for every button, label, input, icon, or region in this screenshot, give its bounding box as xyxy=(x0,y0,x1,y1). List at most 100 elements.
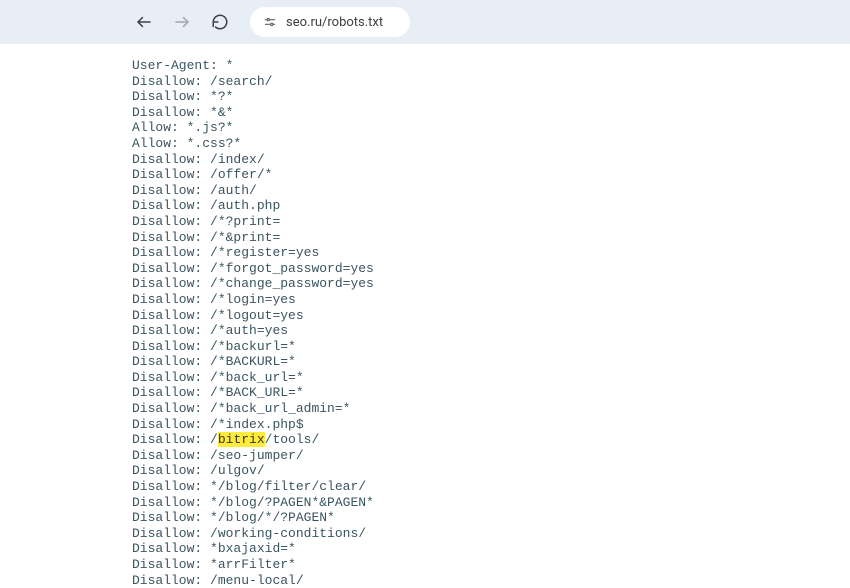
path-text: /*?print= xyxy=(210,214,280,229)
path-text: */blog/*/?PAGEN* xyxy=(210,510,335,525)
robots-line: Disallow: /ulgov/ xyxy=(132,463,850,479)
directive-text: Disallow: xyxy=(132,479,202,494)
directive-text: Disallow: xyxy=(132,448,202,463)
path-text: / xyxy=(210,432,218,447)
site-settings-icon[interactable] xyxy=(262,14,278,30)
directive-text: Disallow: xyxy=(132,463,202,478)
robots-line: Disallow: *&* xyxy=(132,105,850,121)
path-text: /seo-jumper/ xyxy=(210,448,304,463)
path-text: /ulgov/ xyxy=(210,463,265,478)
robots-line: Disallow: */blog/*/?PAGEN* xyxy=(132,510,850,526)
path-text: *arrFilter* xyxy=(210,557,296,572)
path-text: /*change_password=yes xyxy=(210,276,374,291)
robots-line: Disallow: *bxajaxid=* xyxy=(132,541,850,557)
path-text: /*login=yes xyxy=(210,292,296,307)
path-text: /*BACK_URL=* xyxy=(210,385,304,400)
directive-text: Disallow: xyxy=(132,105,202,120)
path-text: /tools/ xyxy=(265,432,320,447)
directive-text: Allow: xyxy=(132,120,179,135)
directive-text: Disallow: xyxy=(132,152,202,167)
robots-line: Disallow: /*back_url=* xyxy=(132,370,850,386)
robots-line: Disallow: /search/ xyxy=(132,74,850,90)
directive-text: Disallow: xyxy=(132,323,202,338)
path-text: /offer/* xyxy=(210,167,272,182)
robots-line: Disallow: /*&print= xyxy=(132,230,850,246)
browser-toolbar: seo.ru/robots.txt xyxy=(0,0,850,44)
path-text: * xyxy=(226,58,234,73)
path-text: */blog/?PAGEN*&PAGEN* xyxy=(210,495,374,510)
directive-text: Disallow: xyxy=(132,339,202,354)
path-text: /*auth=yes xyxy=(210,323,288,338)
directive-text: Disallow: xyxy=(132,167,202,182)
directive-text: Disallow: xyxy=(132,89,202,104)
path-text: /search/ xyxy=(210,74,272,89)
robots-line: Disallow: /*BACK_URL=* xyxy=(132,385,850,401)
robots-line: Disallow: /*auth=yes xyxy=(132,323,850,339)
back-button[interactable] xyxy=(128,6,160,38)
directive-text: Disallow: xyxy=(132,245,202,260)
robots-line: Disallow: /offer/* xyxy=(132,167,850,183)
directive-text: Disallow: xyxy=(132,74,202,89)
directive-text: Disallow: xyxy=(132,308,202,323)
reload-button[interactable] xyxy=(204,6,236,38)
robots-line: Disallow: /auth/ xyxy=(132,183,850,199)
robots-line: Allow: *.css?* xyxy=(132,136,850,152)
path-text: */blog/filter/clear/ xyxy=(210,479,366,494)
robots-line: Disallow: /working-conditions/ xyxy=(132,526,850,542)
path-text: /auth.php xyxy=(210,198,280,213)
directive-text: Disallow: xyxy=(132,417,202,432)
directive-text: Disallow: xyxy=(132,557,202,572)
robots-line: Disallow: /*change_password=yes xyxy=(132,276,850,292)
arrow-right-icon xyxy=(173,13,191,31)
robots-line: Disallow: /*index.php$ xyxy=(132,417,850,433)
directive-text: Allow: xyxy=(132,136,179,151)
path-text: /menu-local/ xyxy=(210,573,304,588)
path-text: *.css?* xyxy=(187,136,242,151)
directive-text: Disallow: xyxy=(132,526,202,541)
robots-line: Disallow: *arrFilter* xyxy=(132,557,850,573)
robots-content: User-Agent: *Disallow: /search/Disallow:… xyxy=(0,44,850,588)
robots-line: Disallow: /*logout=yes xyxy=(132,308,850,324)
directive-text: Disallow: xyxy=(132,370,202,385)
directive-text: User-Agent: xyxy=(132,58,218,73)
directive-text: Disallow: xyxy=(132,573,202,588)
address-bar[interactable]: seo.ru/robots.txt xyxy=(250,7,410,37)
path-text: /*back_url=* xyxy=(210,370,304,385)
robots-line: Disallow: /*login=yes xyxy=(132,292,850,308)
path-text: /index/ xyxy=(210,152,265,167)
path-text: /*backurl=* xyxy=(210,339,296,354)
directive-text: Disallow: xyxy=(132,495,202,510)
path-text: /*index.php$ xyxy=(210,417,304,432)
path-text: *&* xyxy=(210,105,233,120)
directive-text: Disallow: xyxy=(132,401,202,416)
directive-text: Disallow: xyxy=(132,198,202,213)
robots-line: Disallow: */blog/filter/clear/ xyxy=(132,479,850,495)
path-text: /*&print= xyxy=(210,230,280,245)
robots-line: Disallow: /*?print= xyxy=(132,214,850,230)
directive-text: Disallow: xyxy=(132,261,202,276)
robots-line: Disallow: /*register=yes xyxy=(132,245,850,261)
arrow-left-icon xyxy=(135,13,153,31)
path-text: /*logout=yes xyxy=(210,308,304,323)
robots-line: Disallow: /*BACKURL=* xyxy=(132,354,850,370)
highlight-text: bitrix xyxy=(218,432,265,447)
reload-icon xyxy=(211,13,229,31)
path-text: /*back_url_admin=* xyxy=(210,401,350,416)
path-text: *.js?* xyxy=(187,120,234,135)
robots-line: Allow: *.js?* xyxy=(132,120,850,136)
robots-line: Disallow: *?* xyxy=(132,89,850,105)
path-text: *?* xyxy=(210,89,233,104)
robots-line: Disallow: /*backurl=* xyxy=(132,339,850,355)
robots-line: Disallow: /seo-jumper/ xyxy=(132,448,850,464)
directive-text: Disallow: xyxy=(132,214,202,229)
directive-text: Disallow: xyxy=(132,292,202,307)
robots-line: Disallow: /*back_url_admin=* xyxy=(132,401,850,417)
robots-line: Disallow: */blog/?PAGEN*&PAGEN* xyxy=(132,495,850,511)
path-text: /*register=yes xyxy=(210,245,319,260)
directive-text: Disallow: xyxy=(132,510,202,525)
forward-button[interactable] xyxy=(166,6,198,38)
url-text: seo.ru/robots.txt xyxy=(286,15,383,30)
directive-text: Disallow: xyxy=(132,230,202,245)
robots-line: Disallow: /auth.php xyxy=(132,198,850,214)
path-text: /auth/ xyxy=(210,183,257,198)
